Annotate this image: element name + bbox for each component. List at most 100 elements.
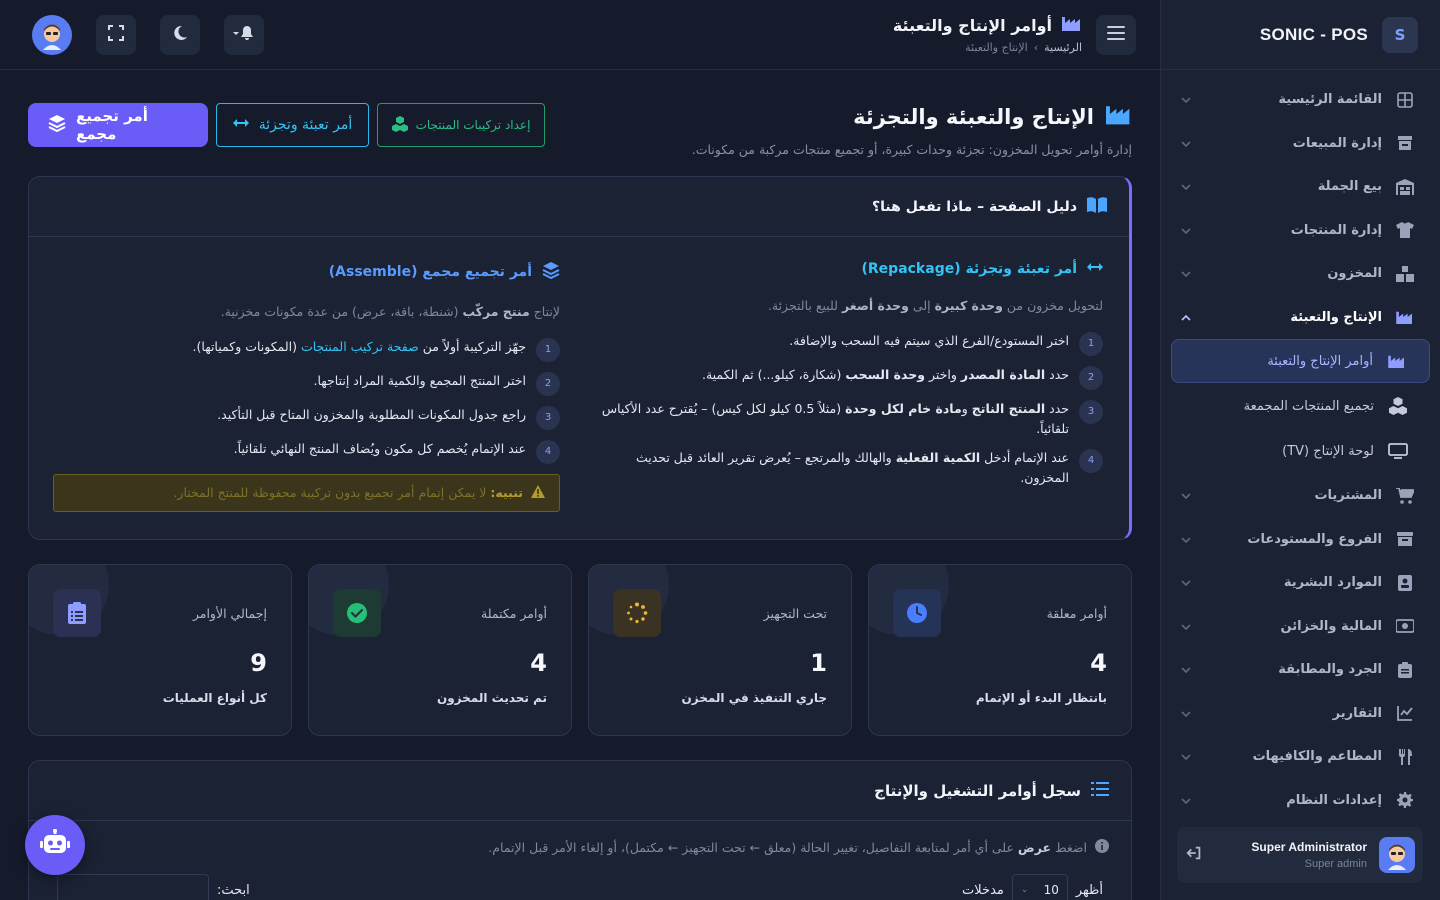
search-input[interactable] bbox=[57, 874, 209, 900]
sidebar-item[interactable]: الإنتاج والتعبئة bbox=[1171, 296, 1430, 340]
step-text: عند الإتمام أدخل الكمية الفعلية والهالك … bbox=[635, 449, 1069, 485]
sidebar-item[interactable]: المخزون bbox=[1171, 252, 1430, 296]
step-text: جهّز التركيبة أولاً من صفحة تركيب المنتج… bbox=[192, 338, 526, 354]
page-title: الإنتاج والتعبئة والتجزئة bbox=[853, 104, 1094, 129]
assemble-guide-subtitle: لإنتاج منتج مركّب (شنطة، باقة، عرض) من ع… bbox=[220, 304, 560, 319]
stat-value: 1 bbox=[810, 649, 827, 677]
breadcrumb-home[interactable]: الرئيسية bbox=[1044, 41, 1082, 54]
page-subtitle: إدارة أوامر تحويل المخزون: تجزئة وحدات ك… bbox=[691, 142, 1132, 157]
stat-card: أوامر مكتملة 4 تم تحديث المخزون bbox=[308, 564, 572, 736]
repack-guide: أمر تعبئة وتجزئة (Repackage) لتحويل مخزو… bbox=[596, 261, 1103, 512]
sidebar-item[interactable]: المشتريات bbox=[1171, 474, 1430, 518]
sidebar-item-label: المشتريات bbox=[1314, 488, 1382, 504]
page-length-select[interactable]: 10 ⌄ bbox=[1011, 874, 1068, 900]
step-text: اختر المنتج المجمع والكمية المراد إنتاجه… bbox=[313, 372, 526, 388]
chevron-down-icon bbox=[1181, 663, 1191, 676]
stat-description: تم تحديث المخزون bbox=[436, 691, 547, 705]
sidebar-item[interactable]: المطاعم والكافيهات bbox=[1171, 735, 1430, 779]
industry-icon bbox=[1106, 103, 1132, 130]
chevron-up-icon bbox=[1181, 311, 1191, 324]
warning-text: لا يمكن إتمام أمر تجميع بدون تركيبة محفو… bbox=[173, 485, 491, 500]
gear-icon bbox=[1394, 792, 1416, 809]
notifications-button[interactable] bbox=[224, 14, 264, 55]
step-number: 3 bbox=[536, 405, 560, 430]
chevron-down-icon bbox=[1181, 750, 1191, 763]
theme-toggle-button[interactable] bbox=[160, 14, 200, 55]
sidebar-item-label: الفروع والمستودعات bbox=[1247, 531, 1382, 547]
step-number: 2 bbox=[536, 371, 560, 396]
user-name: Super Administrator bbox=[1251, 840, 1367, 854]
repack-steps: 1 اختر المستودع/الفرع الذي سيتم فيه السحب… bbox=[596, 331, 1103, 488]
chevron-down-icon bbox=[1181, 707, 1191, 720]
clipboard-list-icon bbox=[53, 589, 101, 637]
sidebar-subitem[interactable]: لوحة الإنتاج (TV) bbox=[1171, 429, 1430, 473]
breadcrumb-current: الإنتاج والتعبئة bbox=[965, 41, 1028, 54]
cubes-icon bbox=[391, 115, 408, 135]
guide-step: 2 اختر المنتج المجمع والكمية المراد إنتاج… bbox=[53, 371, 560, 396]
stat-value: 4 bbox=[1090, 649, 1107, 677]
sidebar-item-label: الجرد والمطابقة bbox=[1278, 662, 1382, 678]
industry-icon bbox=[1394, 310, 1416, 325]
step-number: 4 bbox=[1079, 448, 1103, 473]
stat-label: أوامر معلقة bbox=[1046, 605, 1107, 621]
product-recipes-setup-label: إعداد تركيبات المنتجات bbox=[415, 118, 531, 132]
sidebar-item[interactable]: بيع الجملة bbox=[1171, 165, 1430, 209]
stat-card: إجمالي الأوامر 9 كل أنواع العمليات bbox=[28, 564, 292, 736]
product-recipes-link[interactable]: صفحة تركيب المنتجات bbox=[301, 339, 419, 354]
clock-icon bbox=[893, 589, 941, 637]
chevron-down-icon bbox=[1181, 137, 1191, 150]
breadcrumb: الرئيسية › الإنتاج والتعبئة bbox=[893, 41, 1082, 54]
tv-icon bbox=[1386, 443, 1410, 459]
chevron-down-icon: ⌄ bbox=[1020, 885, 1029, 895]
sidebar-subitem[interactable]: أوامر الإنتاج والتعبئة bbox=[1171, 339, 1430, 383]
step-number: 1 bbox=[536, 337, 560, 362]
top-header: أوامر الإنتاج والتعبئة الرئيسية › الإنتا… bbox=[0, 0, 1160, 70]
sidebar-item[interactable]: الجرد والمطابقة bbox=[1171, 648, 1430, 692]
id-badge-icon bbox=[1394, 574, 1416, 591]
repack-order-button[interactable]: أمر تعبئة وتجزئة bbox=[216, 103, 369, 147]
sidebar-item[interactable]: الموارد البشرية bbox=[1171, 561, 1430, 605]
brand-name[interactable]: SONIC - POS bbox=[1260, 25, 1368, 45]
cart-icon bbox=[1394, 487, 1416, 504]
product-recipes-setup-button[interactable]: إعداد تركيبات المنتجات bbox=[377, 103, 545, 147]
show-label: أظهر bbox=[1075, 882, 1103, 898]
layers-icon bbox=[542, 261, 560, 283]
header-title: أوامر الإنتاج والتعبئة bbox=[892, 15, 1052, 35]
info-circle-icon bbox=[1095, 839, 1109, 856]
fullscreen-button[interactable] bbox=[96, 14, 136, 55]
guide-step: 3 حدد المنتج الناتج ومادة خام لكل وحدة (م… bbox=[596, 399, 1103, 439]
sidebar-subitem-label: لوحة الإنتاج (TV) bbox=[1282, 443, 1374, 459]
hamburger-icon bbox=[1107, 25, 1125, 45]
user-card[interactable]: Super Administrator Super admin bbox=[1177, 827, 1423, 883]
bell-icon bbox=[233, 25, 255, 45]
chatbot-button[interactable] bbox=[25, 815, 85, 875]
sidebar-subitem[interactable]: تجميع المنتجات المجمعة bbox=[1171, 384, 1430, 428]
brand-logo[interactable]: S bbox=[1382, 16, 1418, 53]
sidebar-item[interactable]: إعدادات النظام bbox=[1171, 779, 1430, 816]
sidebar-item-label: إدارة المبيعات bbox=[1292, 135, 1382, 151]
store-icon bbox=[1394, 135, 1416, 151]
header-avatar[interactable] bbox=[32, 14, 72, 55]
sidebar-item[interactable]: التقارير bbox=[1171, 692, 1430, 736]
sidebar-item[interactable]: المالية والخزائن bbox=[1171, 605, 1430, 649]
brand: S SONIC - POS bbox=[1161, 0, 1440, 70]
sidebar-item-label: المالية والخزائن bbox=[1280, 618, 1382, 634]
list-icon bbox=[1091, 781, 1109, 801]
sidebar-item[interactable]: إدارة المبيعات bbox=[1171, 122, 1430, 166]
logout-icon[interactable] bbox=[1185, 844, 1203, 866]
chevron-down-icon bbox=[1181, 794, 1191, 807]
menu-toggle-button[interactable] bbox=[1096, 14, 1136, 55]
sidebar-item-label: بيع الجملة bbox=[1317, 179, 1382, 195]
sidebar-item[interactable]: إدارة المنتجات bbox=[1171, 209, 1430, 253]
step-text: حدد المنتج الناتج ومادة خام لكل وحدة (مث… bbox=[601, 400, 1069, 436]
breadcrumb-separator: › bbox=[1033, 41, 1039, 54]
expand-icon bbox=[108, 24, 124, 45]
sidebar-item[interactable]: الفروع والمستودعات bbox=[1171, 518, 1430, 562]
sidebar-item[interactable]: القائمة الرئيسية bbox=[1171, 78, 1430, 122]
sidebar-nav: القائمة الرئيسية إدارة المبيعات بيع الجملة… bbox=[1161, 70, 1440, 815]
sidebar-item-label: الموارد البشرية bbox=[1283, 575, 1382, 591]
chevron-down-icon bbox=[1181, 224, 1191, 237]
chevron-down-icon bbox=[1181, 93, 1191, 106]
assemble-order-button[interactable]: أمر تجميع مجمع bbox=[28, 103, 208, 147]
step-text: حدد المادة المصدر واختر وحدة السحب (شكار… bbox=[701, 366, 1069, 382]
